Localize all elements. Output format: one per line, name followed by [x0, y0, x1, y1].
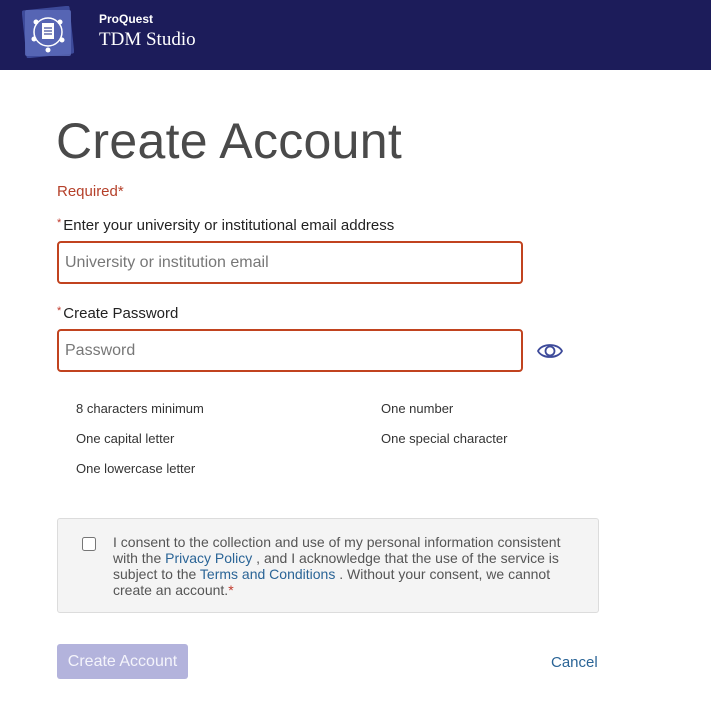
brand-company: ProQuest — [99, 12, 154, 26]
email-label-text: Enter your university or institutional e… — [63, 217, 395, 234]
email-label: * Enter your university or institutional … — [57, 217, 394, 234]
terms-link[interactable]: Terms and Conditions — [200, 566, 335, 582]
app-header: ProQuest TDM Studio — [0, 0, 711, 70]
consent-checkbox[interactable] — [82, 537, 96, 551]
required-note: Required* — [57, 183, 124, 200]
email-field[interactable] — [57, 241, 523, 284]
requirement-lowercase: One lowercase letter — [76, 461, 196, 476]
brand-product: TDM Studio — [99, 29, 196, 50]
requirement-special: One special character — [381, 431, 508, 446]
required-marker: * — [228, 582, 234, 598]
page-title: Create Account — [56, 113, 403, 169]
password-label-text: Create Password — [63, 305, 179, 322]
required-marker: * — [57, 217, 62, 229]
privacy-policy-link[interactable]: Privacy Policy — [165, 550, 252, 566]
consent-panel: I consent to the collection and use of m… — [57, 518, 599, 613]
create-account-button[interactable]: Create Account — [57, 644, 188, 679]
password-field[interactable] — [57, 329, 523, 372]
eye-icon[interactable] — [537, 340, 563, 362]
consent-text: I consent to the collection and use of m… — [113, 534, 583, 598]
password-label: * Create Password — [57, 305, 178, 322]
required-note-text: Required — [57, 183, 118, 200]
cancel-link[interactable]: Cancel — [551, 654, 598, 671]
requirement-number: One number — [381, 401, 454, 416]
required-marker: * — [57, 305, 62, 317]
requirement-capital: One capital letter — [76, 431, 175, 446]
required-marker: * — [117, 183, 124, 200]
document-network-icon — [22, 6, 74, 58]
requirement-min-length: 8 characters minimum — [76, 401, 204, 416]
